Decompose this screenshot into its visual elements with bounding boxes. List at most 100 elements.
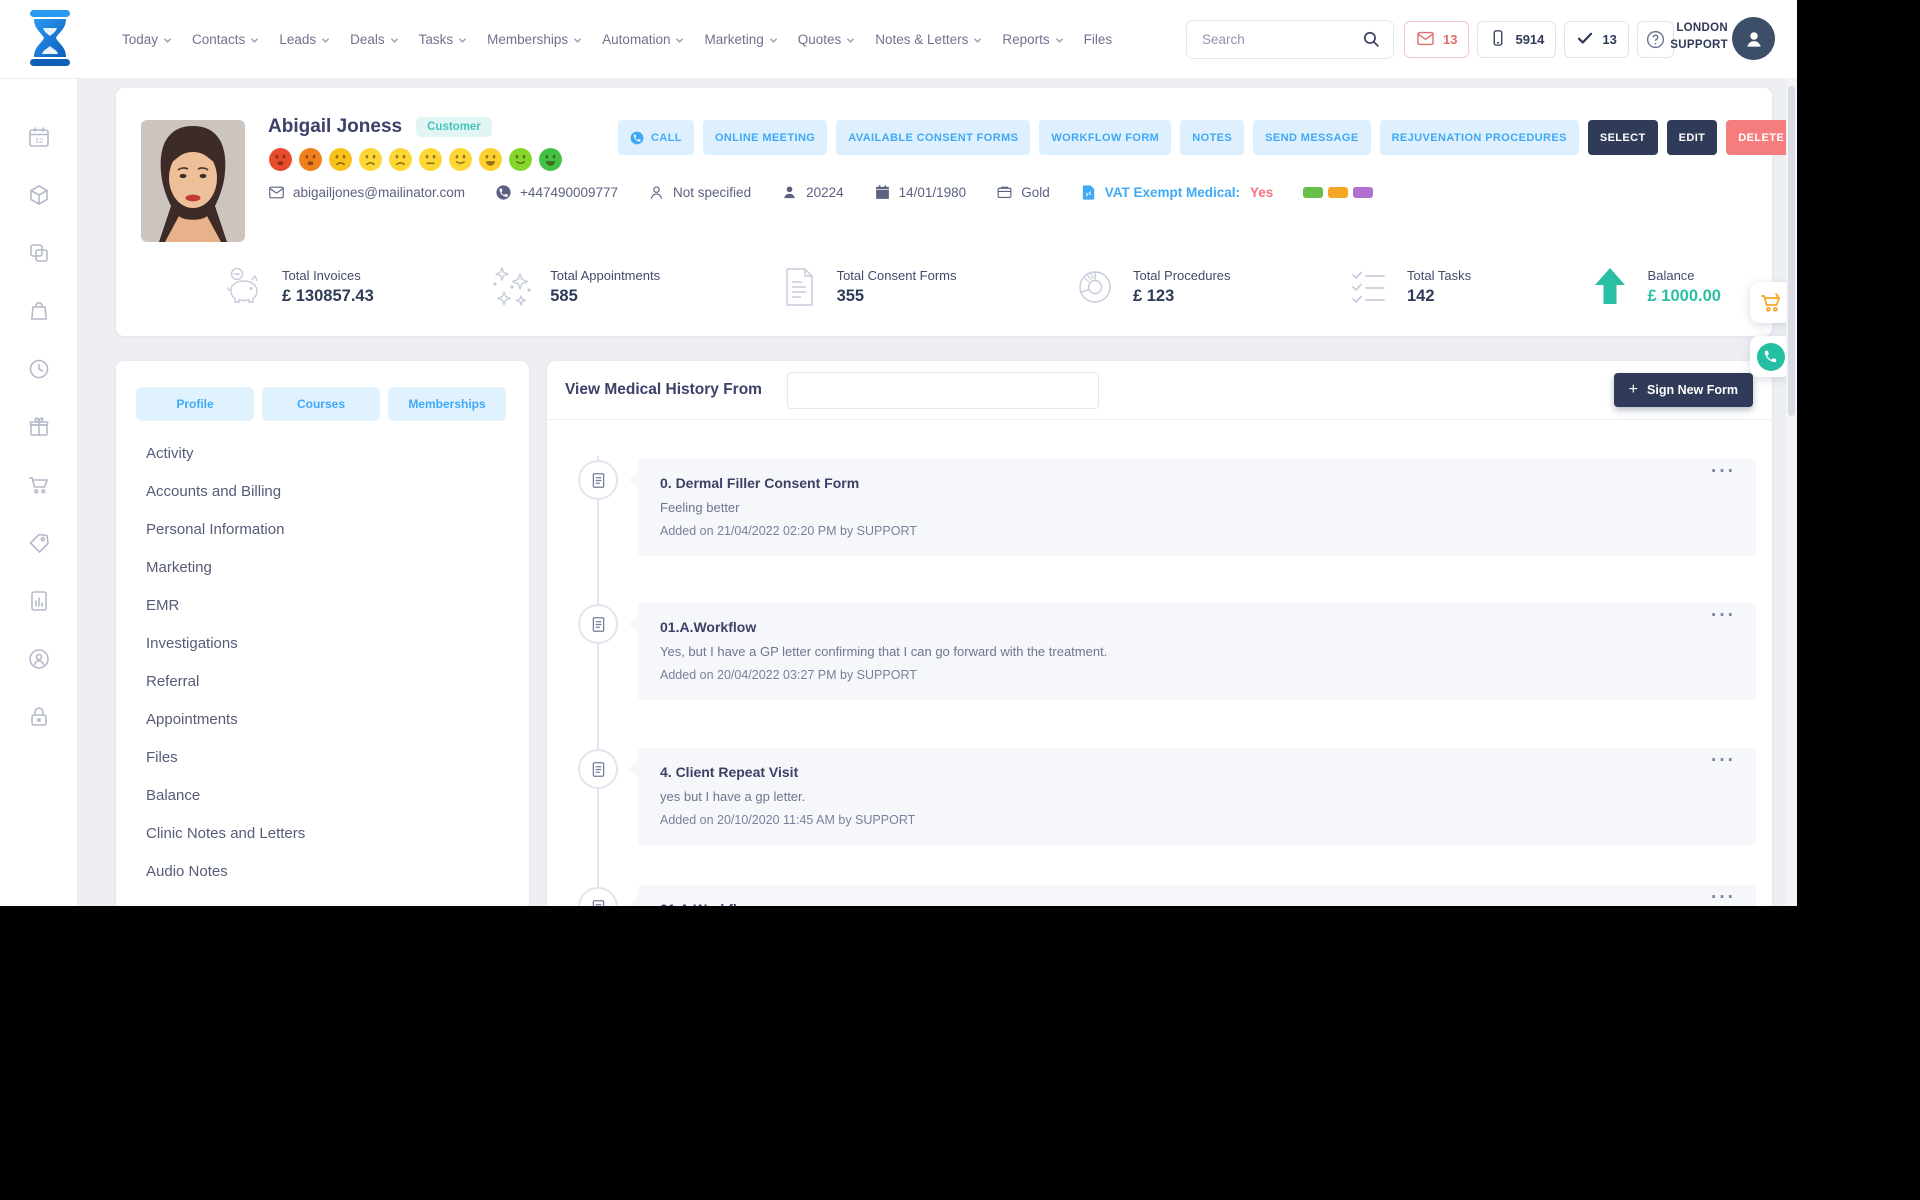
entry-menu-icon[interactable]: ··· xyxy=(1711,461,1736,483)
calendar-icon[interactable]: 12 xyxy=(27,125,51,149)
mood-face-9[interactable] xyxy=(508,147,533,172)
nav-badges: 13 5914 13 xyxy=(1404,21,1674,58)
sidebar-item-referral[interactable]: Referral xyxy=(146,662,509,700)
sidebar-item-audio-notes[interactable]: Audio Notes xyxy=(146,852,509,890)
sign-new-form-button[interactable]: + Sign New Form xyxy=(1613,373,1753,407)
medical-history-date-input[interactable] xyxy=(787,372,1099,409)
call-button[interactable]: CALL xyxy=(618,120,694,155)
menu-item-tasks[interactable]: Tasks xyxy=(419,32,468,47)
contact-card-icon[interactable] xyxy=(27,647,51,671)
mood-face-7[interactable] xyxy=(448,147,473,172)
mood-face-4[interactable] xyxy=(358,147,383,172)
phone-circle-icon xyxy=(495,184,512,201)
history-entry-body: Feeling better xyxy=(660,500,740,515)
app-logo-hourglass-icon[interactable] xyxy=(26,8,74,70)
menu-item-reports[interactable]: Reports xyxy=(1002,32,1063,47)
sidebar-item-investigations[interactable]: Investigations xyxy=(146,624,509,662)
patient-phone[interactable]: +447490009777 xyxy=(495,184,618,201)
sidebar-item-accounts-and-billing[interactable]: Accounts and Billing xyxy=(146,472,509,510)
edit-button[interactable]: EDIT xyxy=(1666,120,1718,155)
rejuvenation-procedures-button[interactable]: REJUVENATION PROCEDURES xyxy=(1379,120,1579,155)
workflow-form-button[interactable]: WORKFLOW FORM xyxy=(1039,120,1172,155)
menu-item-label: Tasks xyxy=(418,31,454,47)
sidebar-item-appointments[interactable]: Appointments xyxy=(146,700,509,738)
history-icon[interactable] xyxy=(27,357,51,381)
menu-item-automation[interactable]: Automation xyxy=(602,32,684,47)
sidebar-item-marketing[interactable]: Marketing xyxy=(146,548,509,586)
scrollbar-thumb[interactable] xyxy=(1788,86,1795,416)
send-message-button[interactable]: SEND MESSAGE xyxy=(1253,120,1371,155)
entry-menu-icon[interactable]: ··· xyxy=(1711,750,1736,772)
patient-action-buttons: CALL ONLINE MEETING AVAILABLE CONSENT FORM… xyxy=(618,120,1797,155)
search-icon[interactable] xyxy=(1349,21,1393,58)
sidebar-item-activity[interactable]: Activity xyxy=(146,434,509,472)
report-icon[interactable] xyxy=(27,589,51,613)
menu-item-files[interactable]: Files xyxy=(1084,32,1113,47)
mood-face-10[interactable] xyxy=(538,147,563,172)
search-placeholder: Search xyxy=(1202,32,1245,47)
menu-item-deals[interactable]: Deals xyxy=(350,32,399,47)
piggy-bank-icon xyxy=(221,264,267,310)
mood-face-3[interactable] xyxy=(328,147,353,172)
profile-section-list: Activity Accounts and Billing Personal Inf… xyxy=(146,434,509,890)
membership-card-icon xyxy=(996,184,1013,201)
tab-profile[interactable]: Profile xyxy=(136,387,254,421)
tab-courses[interactable]: Courses xyxy=(262,387,380,421)
phone-badge[interactable]: 5914 xyxy=(1477,21,1557,58)
vat-doc-icon xyxy=(1080,184,1097,201)
mood-face-6[interactable] xyxy=(418,147,443,172)
sidebar-item-personal-information[interactable]: Personal Information xyxy=(146,510,509,548)
patient-contact-row: abigailjones@mailinator.com +447490009777… xyxy=(268,184,1374,201)
chevron-down-icon xyxy=(675,36,684,45)
history-entry-meta: Added on 20/10/2020 11:45 AM by SUPPORT xyxy=(660,813,916,827)
menu-item-marketing[interactable]: Marketing xyxy=(704,32,777,47)
menu-item-label: Leads xyxy=(279,31,317,47)
entry-menu-icon[interactable]: ··· xyxy=(1711,887,1736,906)
patient-email[interactable]: abigailjones@mailinator.com xyxy=(268,184,465,201)
tag-icon[interactable] xyxy=(27,531,51,555)
cart-icon[interactable] xyxy=(27,473,51,497)
tab-memberships[interactable]: Memberships xyxy=(388,387,506,421)
menu-item-memberships[interactable]: Memberships xyxy=(487,32,582,47)
menu-item-leads[interactable]: Leads xyxy=(279,32,330,47)
floating-call-button[interactable] xyxy=(1750,336,1791,377)
duplicate-icon[interactable] xyxy=(27,241,51,265)
history-entry: 01.A.Workflow··· xyxy=(629,885,1756,906)
patient-color-tags xyxy=(1303,187,1374,198)
tasks-badge[interactable]: 13 xyxy=(1564,21,1629,58)
floating-cart-button[interactable] xyxy=(1750,282,1791,323)
package-icon[interactable] xyxy=(27,183,51,207)
bag-icon[interactable] xyxy=(27,299,51,323)
app-window: Today Contacts Leads Deals Tasks Memberships A… xyxy=(0,0,1797,906)
sidebar-item-files[interactable]: Files xyxy=(146,738,509,776)
menu-item-quotes[interactable]: Quotes xyxy=(798,32,856,47)
notes-button[interactable]: NOTES xyxy=(1180,120,1245,155)
mood-face-1[interactable] xyxy=(268,147,293,172)
history-entry-title: 01.A.Workflow xyxy=(660,901,1734,906)
patient-stats-row: Total Invoices £ 130857.43 Total Appointme… xyxy=(221,264,1721,310)
user-avatar[interactable] xyxy=(1732,17,1775,60)
mood-face-8[interactable] xyxy=(478,147,503,172)
menu-item-notes-letters[interactable]: Notes & Letters xyxy=(875,32,982,47)
messages-badge[interactable]: 13 xyxy=(1404,21,1470,58)
envelope-icon xyxy=(1416,29,1435,51)
select-button[interactable]: SELECT xyxy=(1587,120,1658,155)
sidebar-item-clinic-notes-and-letters[interactable]: Clinic Notes and Letters xyxy=(146,814,509,852)
gift-icon[interactable] xyxy=(27,415,51,439)
menu-item-contacts[interactable]: Contacts xyxy=(192,32,259,47)
search-input[interactable]: Search xyxy=(1186,20,1394,59)
menu-item-today[interactable]: Today xyxy=(122,32,172,47)
mood-face-2[interactable] xyxy=(298,147,323,172)
sidebar-item-emr[interactable]: EMR xyxy=(146,586,509,624)
mood-face-5[interactable] xyxy=(388,147,413,172)
chevron-down-icon xyxy=(973,36,982,45)
entry-menu-icon[interactable]: ··· xyxy=(1711,605,1736,627)
left-icon-sidebar: 12 xyxy=(0,78,78,906)
online-meeting-button[interactable]: ONLINE MEETING xyxy=(702,120,828,155)
sidebar-item-balance[interactable]: Balance xyxy=(146,776,509,814)
call-icon xyxy=(1756,342,1785,371)
chevron-down-icon xyxy=(573,36,582,45)
available-consent-forms-button[interactable]: AVAILABLE CONSENT FORMS xyxy=(836,120,1031,155)
lock-icon[interactable] xyxy=(27,705,51,729)
chevron-down-icon xyxy=(846,36,855,45)
